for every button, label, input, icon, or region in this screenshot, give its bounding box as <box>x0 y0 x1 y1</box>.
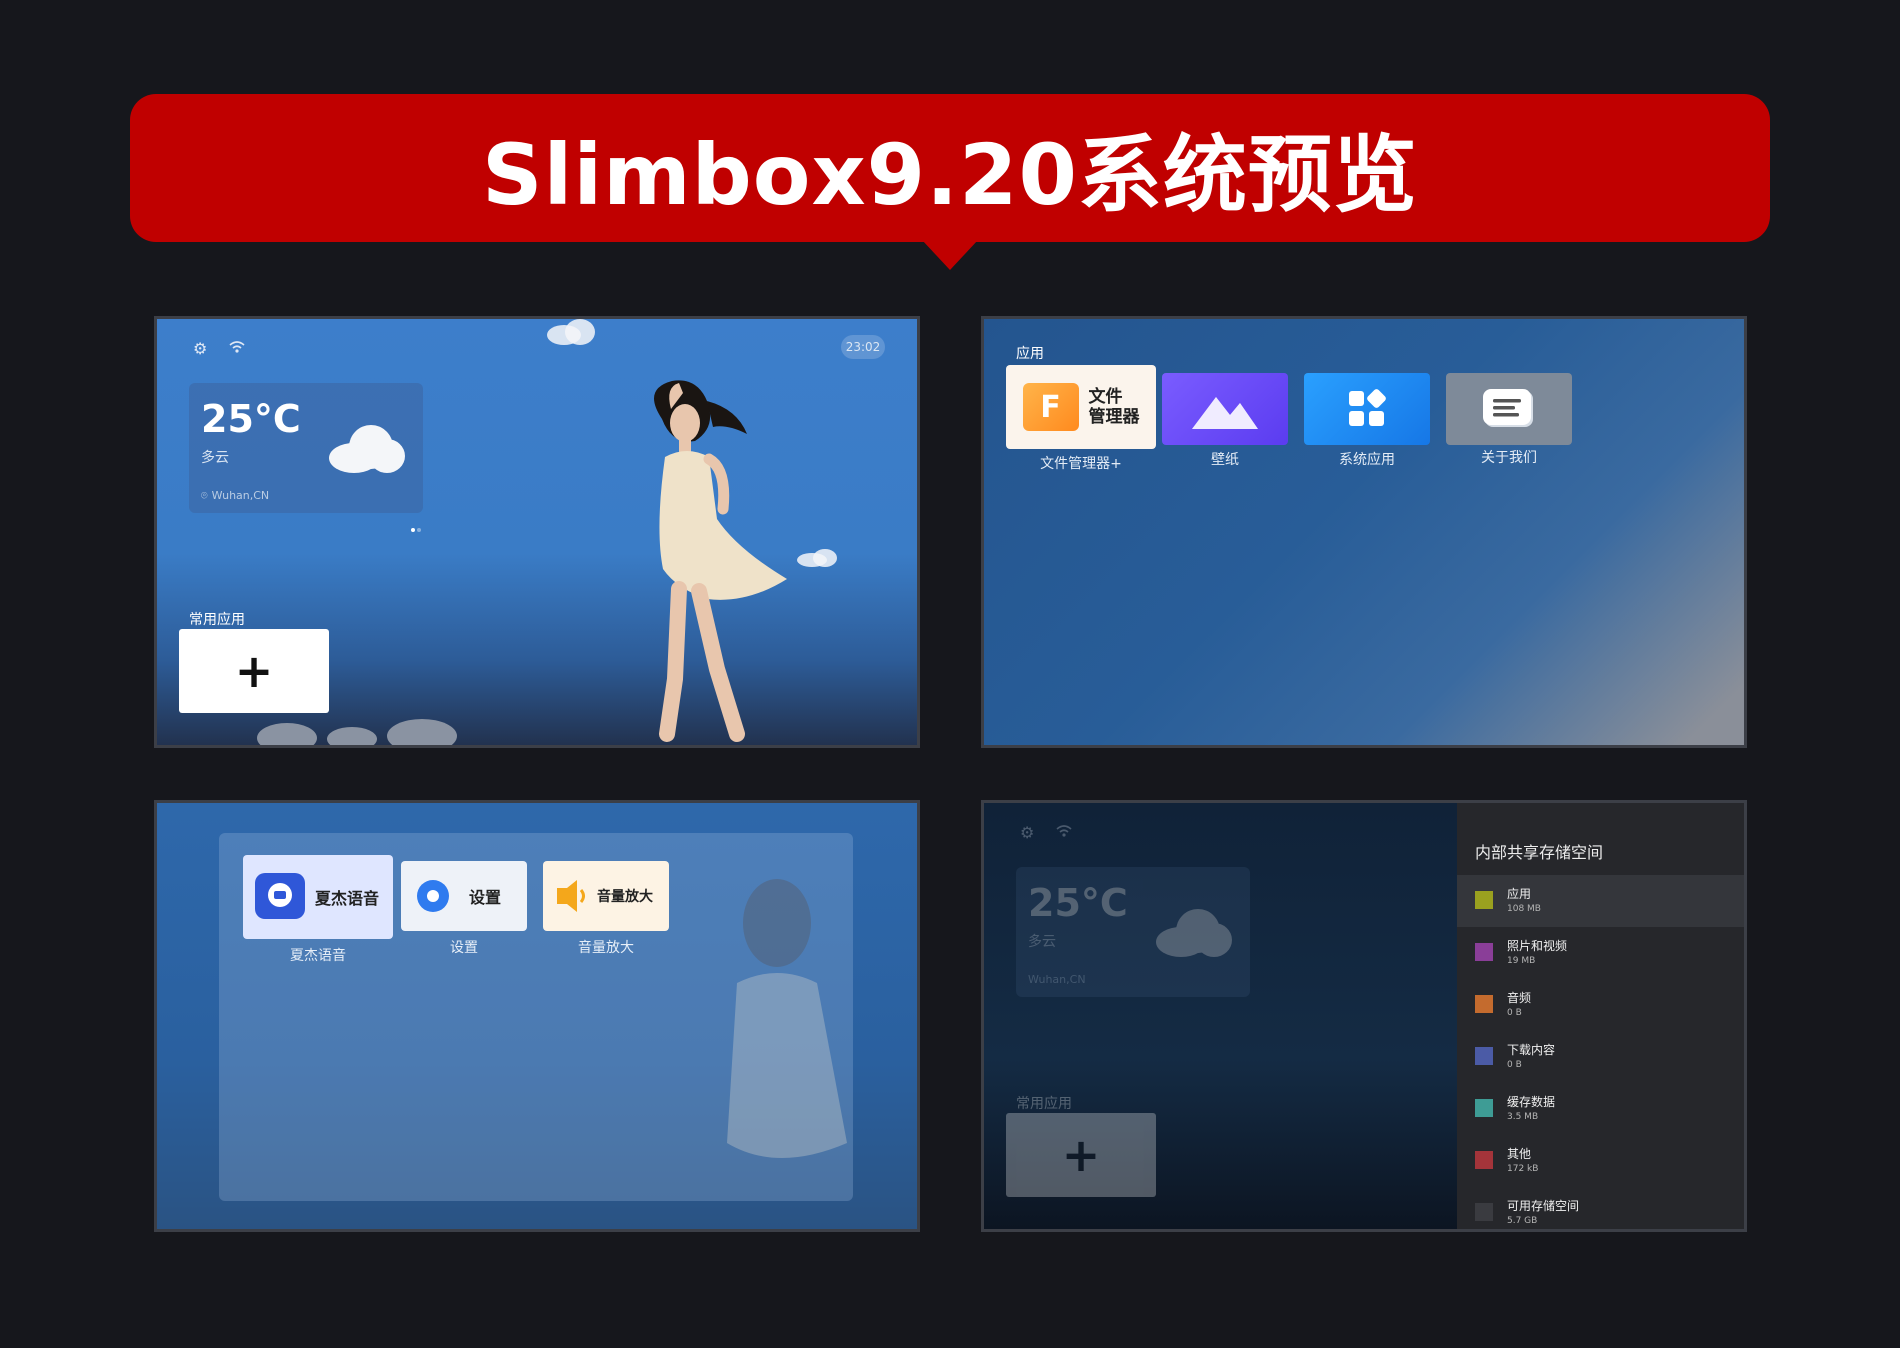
swatch-free <box>1475 1203 1493 1221</box>
swatch-other <box>1475 1151 1493 1169</box>
weather-location: Wuhan,CN <box>211 489 270 502</box>
swatch-apps <box>1475 891 1493 909</box>
app-label-about: 关于我们 <box>1481 450 1537 466</box>
storage-screen-preview: ⚙ 25°C 多云 Wuhan,CN 常用应用 + 内部共享存储空间 应用 10… <box>981 800 1747 1232</box>
title-banner: Slimbox9.20系统预览 <box>130 94 1770 270</box>
folder-label-volume-boost: 音量放大 <box>578 940 634 956</box>
app-label-wallpaper: 壁纸 <box>1211 452 1239 468</box>
weather-widget-dimmed: 25°C 多云 Wuhan,CN <box>1016 867 1250 997</box>
folder-screen-preview: 夏杰语音 夏杰语音 设置 设置 音量放大 音量放大 <box>154 800 920 1232</box>
weather-location: Wuhan,CN <box>1028 973 1086 986</box>
folder-tile-text-volume-boost: 音量放大 <box>597 889 653 905</box>
storage-name: 照片和视频 <box>1507 939 1568 953</box>
file-manager-tile-text-1: 文件 <box>1088 387 1123 407</box>
banner-title: Slimbox9.20系统预览 <box>482 125 1418 224</box>
swatch-audio <box>1475 995 1493 1013</box>
speaker-icon <box>557 880 585 912</box>
swatch-cache <box>1475 1099 1493 1117</box>
apps-section-label: 应用 <box>1016 346 1044 362</box>
weather-widget[interactable]: 25°C 多云 ⌾ Wuhan,CN <box>189 383 423 513</box>
apps-screen-preview: 应用 F 文件 管理器 文件管理器+ 壁纸 系统应用 关于我们 <box>981 316 1747 748</box>
storage-panel: 内部共享存储空间 应用 108 MB 照片和视频 19 MB 音频 0 B 下载… <box>1457 803 1744 1229</box>
ground-clouds <box>257 709 487 745</box>
app-label-system-apps: 系统应用 <box>1339 452 1395 468</box>
storage-row-audio[interactable]: 音频 0 B <box>1457 979 1744 1031</box>
app-folder: 夏杰语音 夏杰语音 设置 设置 音量放大 音量放大 <box>219 833 853 1201</box>
weather-temperature: 25°C <box>1028 881 1128 925</box>
storage-size: 19 MB <box>1507 956 1536 966</box>
sky-cloud <box>547 319 607 349</box>
storage-name: 应用 <box>1507 887 1532 901</box>
storage-size: 172 kB <box>1507 1164 1539 1174</box>
add-app-button: + <box>1006 1113 1156 1197</box>
grid-apps-icon <box>1349 389 1386 426</box>
swatch-photos <box>1475 943 1493 961</box>
folder-tile-volume-boost[interactable]: 音量放大 <box>543 861 669 931</box>
app-label-file-manager: 文件管理器+ <box>1040 456 1122 472</box>
storage-name: 缓存数据 <box>1507 1095 1556 1109</box>
folder-tile-settings[interactable]: 设置 <box>401 861 527 931</box>
storage-size: 0 B <box>1507 1060 1522 1070</box>
app-tile-file-manager[interactable]: F 文件 管理器 <box>1006 365 1156 449</box>
clock: 23:02 <box>841 335 885 359</box>
storage-name: 下载内容 <box>1507 1043 1556 1057</box>
storage-size: 108 MB <box>1507 904 1541 914</box>
storage-row-downloads[interactable]: 下载内容 0 B <box>1457 1031 1744 1083</box>
storage-title: 内部共享存储空间 <box>1475 843 1604 862</box>
settings-gear-icon: ⚙ <box>1020 823 1035 842</box>
storage-row-other[interactable]: 其他 172 kB <box>1457 1135 1744 1187</box>
storage-row-free[interactable]: 可用存储空间 5.7 GB <box>1457 1187 1744 1229</box>
storage-size: 5.7 GB <box>1507 1216 1538 1226</box>
widget-pager <box>411 517 423 536</box>
weather-condition: 多云 <box>1028 934 1056 950</box>
voice-assistant-icon <box>255 873 305 919</box>
favorite-apps-label: 常用应用 <box>1016 1096 1072 1112</box>
folder-tile-text-settings: 设置 <box>469 888 502 907</box>
storage-size: 3.5 MB <box>1507 1112 1539 1122</box>
wifi-icon <box>229 339 245 358</box>
cloud-icon <box>329 419 409 475</box>
location-pin-icon: ⌾ <box>201 489 208 502</box>
file-manager-tile-text-2: 管理器 <box>1088 407 1140 427</box>
storage-row-photos[interactable]: 照片和视频 19 MB <box>1457 927 1744 979</box>
storage-name: 其他 <box>1507 1147 1532 1161</box>
storage-name: 可用存储空间 <box>1507 1199 1580 1213</box>
cloud-icon <box>1156 903 1236 959</box>
favorite-apps-label: 常用应用 <box>189 612 245 628</box>
storage-row-cache[interactable]: 缓存数据 3.5 MB <box>1457 1083 1744 1135</box>
file-manager-icon: F <box>1022 383 1079 431</box>
app-tile-wallpaper[interactable] <box>1162 373 1288 445</box>
app-tile-about[interactable] <box>1446 373 1572 445</box>
storage-size: 0 B <box>1507 1008 1522 1018</box>
app-tile-system-apps[interactable] <box>1304 373 1430 445</box>
home-screen-preview: ⚙ 23:02 25°C 多云 ⌾ Wuhan,CN 常用应用 + <box>154 316 920 748</box>
wallpaper-figure <box>654 380 787 742</box>
folder-tile-text-xiajie-voice: 夏杰语音 <box>315 889 380 908</box>
storage-row-apps[interactable]: 应用 108 MB <box>1457 875 1744 927</box>
add-app-button[interactable]: + <box>179 629 329 713</box>
settings-gear-icon[interactable]: ⚙ <box>193 339 207 358</box>
folder-tile-xiajie-voice[interactable]: 夏杰语音 <box>243 855 393 939</box>
swatch-downloads <box>1475 1047 1493 1065</box>
weather-temperature: 25°C <box>201 397 301 441</box>
folder-label-xiajie-voice: 夏杰语音 <box>290 948 346 964</box>
wifi-icon <box>1056 823 1072 842</box>
document-icon <box>1483 389 1533 427</box>
storage-name: 音频 <box>1507 991 1532 1005</box>
folder-label-settings: 设置 <box>450 940 478 956</box>
weather-condition: 多云 <box>201 450 229 466</box>
settings-gear-icon <box>417 880 449 912</box>
mountain-icon <box>1192 397 1258 429</box>
